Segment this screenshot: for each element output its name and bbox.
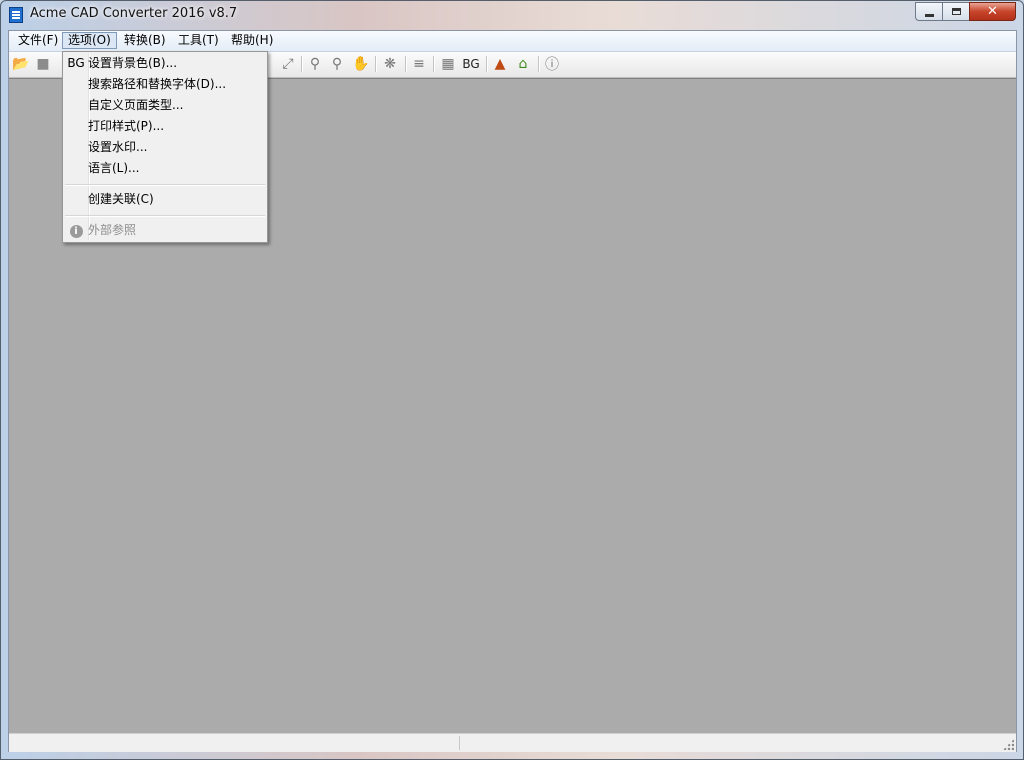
batch-convert-icon[interactable]: ▲ [491, 55, 509, 73]
toolbar-separator [486, 56, 488, 72]
menu-item-label: 搜索路径和替换字体(D)... [88, 77, 227, 91]
zoom-window-icon[interactable]: ⤢ [279, 55, 297, 73]
status-bar [9, 733, 1016, 752]
pages-icon[interactable]: ▦ [439, 55, 457, 73]
app-icon[interactable] [9, 7, 23, 23]
app-window: Acme CAD Converter 2016 v8.7 ✕ 文件(F) 选项(… [0, 0, 1024, 760]
toolbar-separator [301, 56, 303, 72]
menu-separator [65, 215, 265, 217]
menu-item-create-association[interactable]: 创建关联(C) [65, 189, 265, 210]
menu-item-label: 打印样式(P)... [88, 119, 165, 133]
layers-icon[interactable]: ≡ [410, 55, 428, 73]
menu-bar: 文件(F) 选项(O) 转换(B) 工具(T) 帮助(H) [9, 31, 1016, 52]
minimize-button[interactable] [915, 2, 943, 21]
batch-icon[interactable]: ❋ [381, 55, 399, 73]
toolbar-separator [375, 56, 377, 72]
menu-item-language[interactable]: 语言(L)... [65, 158, 265, 179]
pan-icon[interactable]: ✋ [352, 55, 370, 73]
resize-grip[interactable] [1003, 739, 1014, 750]
zoom-in-icon[interactable]: ⚲ [306, 55, 324, 73]
folder-open-icon[interactable]: 📂 [12, 55, 30, 73]
close-icon: ✕ [987, 4, 998, 19]
menu-item-search-path-fonts[interactable]: 搜索路径和替换字体(D)... [65, 74, 265, 95]
toolbar-separator [433, 56, 435, 72]
about-icon[interactable]: ⓘ [543, 55, 561, 73]
menu-convert[interactable]: 转换(B) [119, 32, 171, 49]
menu-item-label: 外部参照 [88, 223, 137, 237]
home-icon[interactable]: ⌂ [514, 55, 532, 73]
save-icon[interactable]: ■ [34, 55, 52, 73]
menu-item-label: 设置水印... [88, 140, 148, 154]
close-button[interactable]: ✕ [969, 2, 1016, 21]
toolbar-separator [405, 56, 407, 72]
window-title: Acme CAD Converter 2016 v8.7 [30, 6, 238, 21]
menu-item-set-watermark[interactable]: 设置水印... [65, 137, 265, 158]
menu-item-label: 设置背景色(B)... [88, 56, 178, 70]
menu-item-set-background-color[interactable]: BG 设置背景色(B)... [65, 53, 265, 74]
info-icon: i [69, 225, 83, 238]
menu-options[interactable]: 选项(O) [62, 32, 117, 49]
menu-item-print-style[interactable]: 打印样式(P)... [65, 116, 265, 137]
background-color-icon: BG [67, 56, 85, 70]
title-bar[interactable]: Acme CAD Converter 2016 v8.7 ✕ [1, 1, 1023, 29]
minimize-icon [924, 13, 934, 17]
menu-tools[interactable]: 工具(T) [173, 32, 224, 49]
menu-file[interactable]: 文件(F) [13, 32, 63, 49]
menu-separator [65, 184, 265, 186]
toolbar-separator [538, 56, 540, 72]
maximize-button[interactable] [942, 2, 970, 21]
zoom-out-icon[interactable]: ⚲ [328, 55, 346, 73]
menu-item-custom-page-type[interactable]: 自定义页面类型... [65, 95, 265, 116]
background-color-button[interactable]: BG [462, 55, 480, 73]
menu-help[interactable]: 帮助(H) [226, 32, 278, 49]
menu-item-label: 语言(L)... [88, 161, 140, 175]
options-dropdown-menu: BG 设置背景色(B)... 搜索路径和替换字体(D)... 自定义页面类型..… [62, 51, 268, 243]
menu-item-external-reference: i 外部参照 [65, 220, 265, 241]
maximize-icon [951, 8, 961, 15]
menu-item-label: 创建关联(C) [88, 192, 154, 206]
menu-item-label: 自定义页面类型... [88, 98, 184, 112]
status-pane-divider [459, 736, 461, 750]
